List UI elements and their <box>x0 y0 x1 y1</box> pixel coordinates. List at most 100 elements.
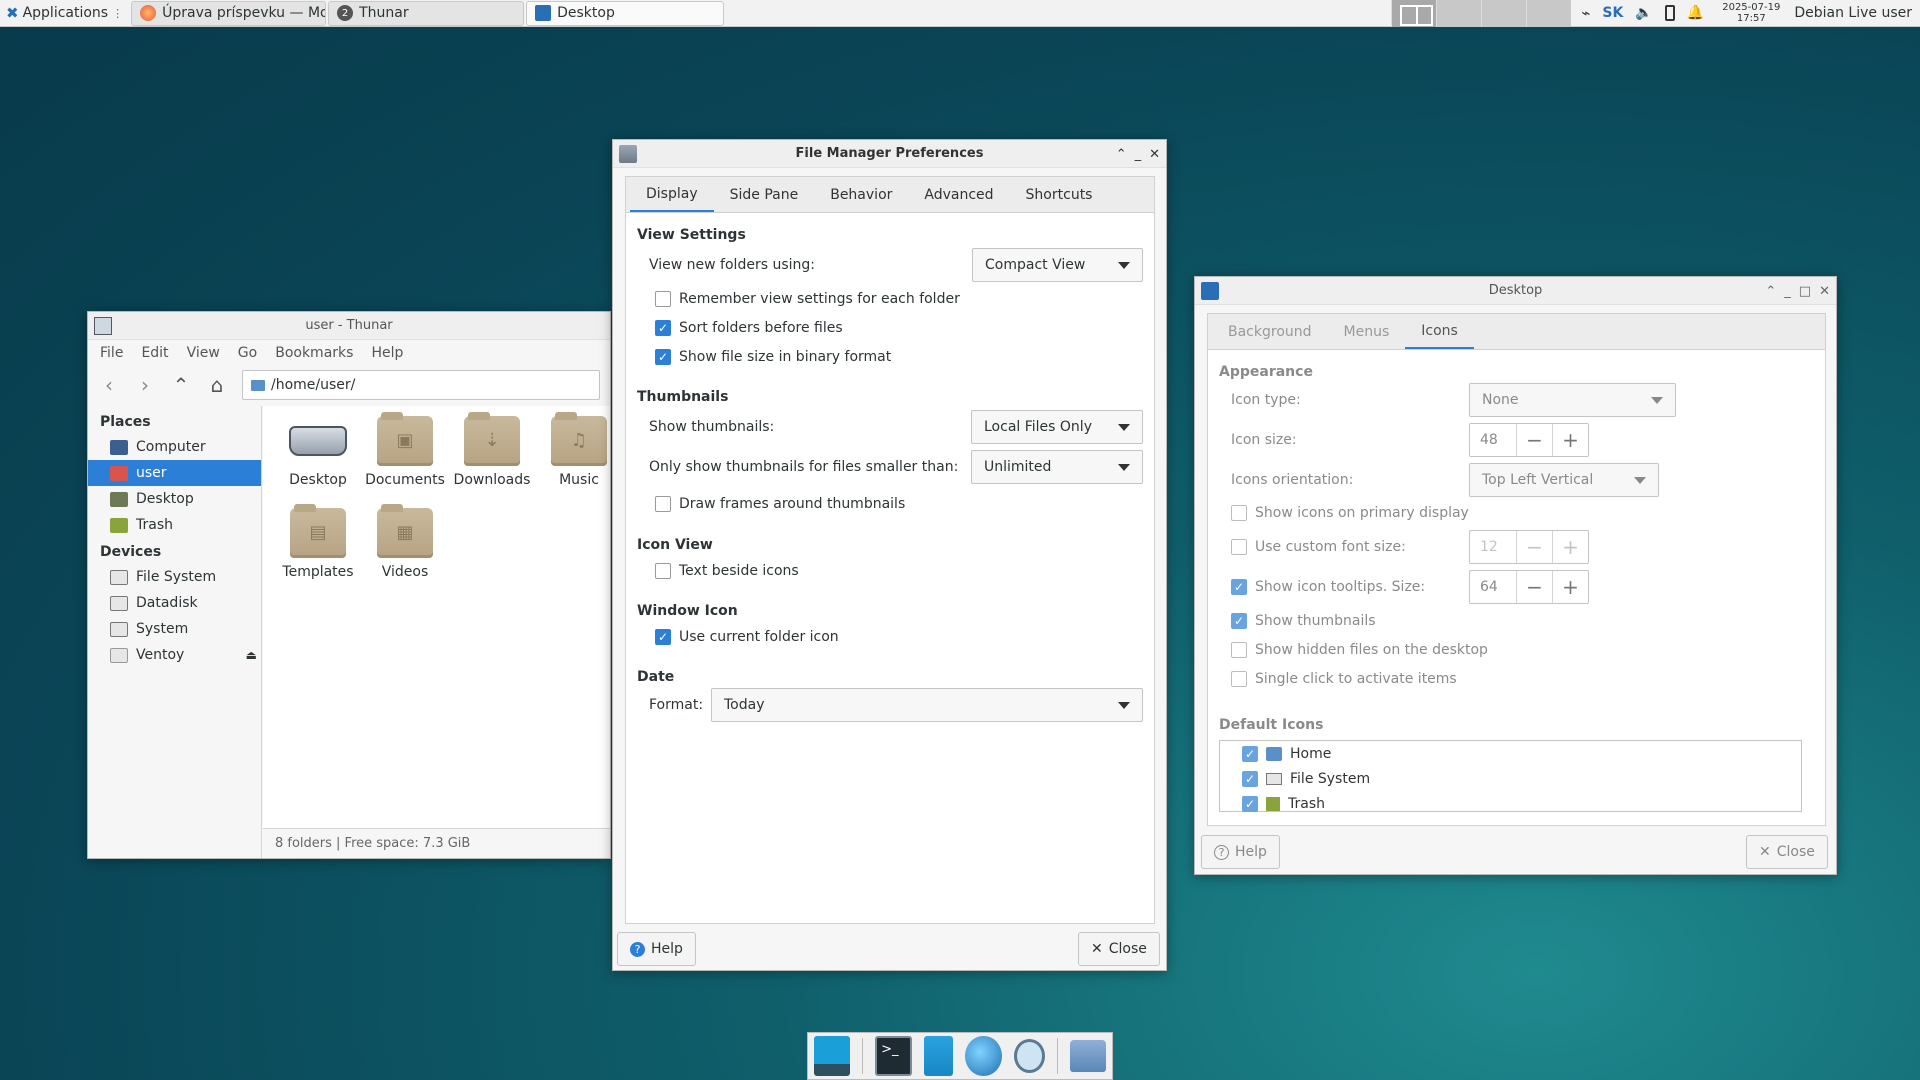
forward-icon[interactable]: › <box>134 373 156 397</box>
tab-background[interactable]: Background <box>1212 314 1328 350</box>
shade-icon[interactable]: ⌃ <box>1765 284 1776 299</box>
thunar-titlebar[interactable]: user - Thunar <box>88 312 610 340</box>
sort-folders-checkbox[interactable]: ✓ Sort folders before files <box>655 320 843 336</box>
device-datadisk[interactable]: Datadisk <box>88 590 261 616</box>
help-button[interactable]: ? Help <box>617 932 696 966</box>
menu-go[interactable]: Go <box>238 345 257 361</box>
menu-view[interactable]: View <box>187 345 220 361</box>
task-firefox[interactable]: Úprava príspevku — Mozil... <box>131 0 327 26</box>
default-icon-file-system[interactable]: ✓ File System <box>1220 766 1801 791</box>
file-manager-icon[interactable] <box>924 1036 954 1076</box>
default-icon-trash[interactable]: ✓ Trash <box>1220 791 1801 816</box>
file-view[interactable]: Desktop ▣ Documents ⇣ Downloads ♫ Music ▤ Te… <box>263 406 610 828</box>
task-thunar[interactable]: 2 Thunar <box>328 0 525 26</box>
battery-icon[interactable] <box>1664 5 1675 21</box>
back-icon[interactable]: ‹ <box>98 373 120 397</box>
place-trash[interactable]: Trash <box>88 512 261 538</box>
binary-size-checkbox[interactable]: ✓ Show file size in binary format <box>655 349 891 365</box>
location-bar[interactable]: /home/user/ <box>242 370 600 400</box>
icon-type-combo[interactable]: None <box>1469 383 1676 417</box>
tooltips-checkbox[interactable]: ✓ Show icon tooltips. Size: <box>1231 579 1425 595</box>
draw-frames-checkbox[interactable]: Draw frames around thumbnails <box>655 496 905 512</box>
file-item[interactable]: ▣ Documents <box>362 412 448 488</box>
menu-file[interactable]: File <box>100 345 123 361</box>
tab-display[interactable]: Display <box>630 177 714 213</box>
place-desktop[interactable]: Desktop <box>88 486 261 512</box>
close-icon[interactable]: ✕ <box>1149 147 1160 162</box>
checkbox-box[interactable]: ✓ <box>1242 745 1258 762</box>
minimize-icon[interactable]: _ <box>1784 284 1791 299</box>
view-new-combo[interactable]: Compact View <box>972 248 1143 282</box>
file-item[interactable]: ♫ Music <box>536 412 610 488</box>
tooltip-size-spinner[interactable]: 64 − + <box>1469 570 1589 604</box>
show-desktop-icon[interactable] <box>814 1036 851 1076</box>
thumbnail-limit-combo[interactable]: Unlimited <box>971 450 1143 484</box>
file-item[interactable]: ▦ Videos <box>362 504 448 580</box>
show-thumbnails-checkbox[interactable]: ✓ Show thumbnails <box>1231 613 1376 629</box>
orientation-combo[interactable]: Top Left Vertical <box>1469 463 1659 497</box>
folder-icon[interactable] <box>1069 1040 1106 1072</box>
workspace-4[interactable] <box>1526 0 1572 27</box>
user-menu[interactable]: Debian Live user <box>1788 5 1920 21</box>
preferences-titlebar[interactable]: File Manager Preferences ⌃ _ ✕ <box>613 140 1166 168</box>
file-item[interactable]: Desktop <box>275 416 361 488</box>
close-button[interactable]: ✕ Close <box>1078 932 1160 966</box>
tab-side-pane[interactable]: Side Pane <box>714 177 815 213</box>
terminal-icon[interactable]: >_ <box>875 1036 913 1076</box>
checkbox-box[interactable]: ✓ <box>1242 770 1258 787</box>
task-desktop[interactable]: Desktop <box>526 0 725 26</box>
home-icon[interactable]: ⌂ <box>206 373 228 397</box>
minimize-icon[interactable]: _ <box>1135 147 1142 162</box>
single-click-checkbox[interactable]: Single click to activate items <box>1231 671 1457 687</box>
show-thumbnails-combo[interactable]: Local Files Only <box>971 410 1143 444</box>
menu-bookmarks[interactable]: Bookmarks <box>275 345 353 361</box>
hidden-files-checkbox[interactable]: Show hidden files on the desktop <box>1231 642 1488 658</box>
tab-shortcuts[interactable]: Shortcuts <box>1010 177 1109 213</box>
close-icon[interactable]: ✕ <box>1819 284 1830 299</box>
shade-icon[interactable]: ⌃ <box>1116 147 1127 162</box>
file-item[interactable]: ▤ Templates <box>275 504 361 580</box>
checkbox-box[interactable]: ✓ <box>1242 795 1258 812</box>
workspace-2[interactable] <box>1436 0 1482 27</box>
workspace-3[interactable] <box>1481 0 1527 27</box>
device-file-system[interactable]: File System <box>88 564 261 590</box>
use-folder-icon-checkbox[interactable]: ✓ Use current folder icon <box>655 629 839 645</box>
help-button[interactable]: ? Help <box>1201 835 1280 869</box>
tab-menus[interactable]: Menus <box>1328 314 1406 350</box>
minus-icon[interactable]: − <box>1516 531 1552 563</box>
tab-icons[interactable]: Icons <box>1405 314 1474 350</box>
clock[interactable]: 2025-07-19 17:57 <box>1714 2 1788 24</box>
device-system[interactable]: System <box>88 616 261 642</box>
eject-icon[interactable]: ⏏ <box>246 648 257 662</box>
tab-behavior[interactable]: Behavior <box>814 177 908 213</box>
icon-size-spinner[interactable]: 48 − + <box>1469 423 1589 457</box>
menu-edit[interactable]: Edit <box>141 345 168 361</box>
place-user[interactable]: user <box>88 460 261 486</box>
applications-menu[interactable]: ✖ Applications ⋮ <box>0 0 129 27</box>
date-format-combo[interactable]: Today <box>711 688 1143 722</box>
maximize-icon[interactable]: □ <box>1799 284 1811 299</box>
minus-icon[interactable]: − <box>1516 571 1552 603</box>
minus-icon[interactable]: − <box>1516 424 1552 456</box>
network-icon[interactable]: ⌁ <box>1581 4 1590 22</box>
workspace-1[interactable] <box>1391 0 1437 27</box>
desktop-titlebar[interactable]: Desktop ⌃ _ □ ✕ <box>1195 277 1836 305</box>
notification-bell-icon[interactable]: 🔔 <box>1687 5 1704 21</box>
remember-view-checkbox[interactable]: Remember view settings for each folder <box>655 291 960 307</box>
default-icon-home[interactable]: ✓ Home <box>1220 741 1801 766</box>
primary-display-checkbox[interactable]: Show icons on primary display <box>1231 505 1469 521</box>
tab-advanced[interactable]: Advanced <box>908 177 1009 213</box>
menu-help[interactable]: Help <box>371 345 403 361</box>
close-button[interactable]: ✕ Close <box>1746 835 1828 869</box>
plus-icon[interactable]: + <box>1552 571 1588 603</box>
custom-font-checkbox[interactable]: Use custom font size: <box>1231 539 1406 555</box>
plus-icon[interactable]: + <box>1552 424 1588 456</box>
web-browser-icon[interactable] <box>965 1036 1002 1076</box>
search-icon[interactable] <box>1013 1039 1045 1073</box>
parent-folder-icon[interactable]: ⌃ <box>170 373 192 397</box>
text-beside-icons-checkbox[interactable]: Text beside icons <box>655 563 799 579</box>
font-size-spinner[interactable]: 12 − + <box>1469 530 1589 564</box>
place-computer[interactable]: Computer <box>88 434 261 460</box>
volume-icon[interactable]: 🔈 <box>1635 5 1652 21</box>
file-item[interactable]: ⇣ Downloads <box>449 412 535 488</box>
